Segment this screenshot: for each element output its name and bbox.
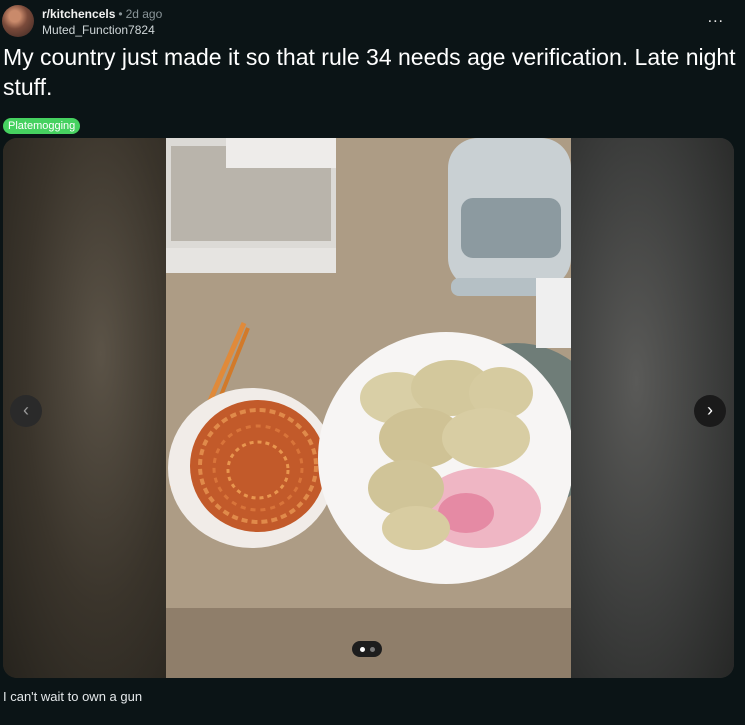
post-flair[interactable]: Platemogging bbox=[3, 118, 81, 134]
dish-rack bbox=[166, 138, 336, 273]
post-image[interactable] bbox=[166, 138, 571, 678]
post-body-text: I can't wait to own a gun bbox=[3, 689, 143, 704]
carousel-prev-button[interactable]: ‹ bbox=[10, 395, 42, 427]
image-carousel[interactable]: ‹ › bbox=[3, 138, 734, 678]
noodle-cup bbox=[168, 388, 336, 548]
post-header: r/kitchencels • 2d ago Muted_Function7824 … bbox=[2, 3, 742, 39]
carousel-next-button[interactable]: › bbox=[694, 395, 726, 427]
post-meta: r/kitchencels • 2d ago bbox=[42, 7, 162, 21]
more-options-button[interactable]: ... bbox=[708, 9, 724, 27]
post-age: 2d ago bbox=[125, 7, 163, 21]
author-link[interactable]: Muted_Function7824 bbox=[42, 23, 155, 37]
pagination-dot-active[interactable] bbox=[360, 647, 365, 652]
post-title[interactable]: My country just made it so that rule 34 … bbox=[3, 42, 743, 102]
dumpling-plate bbox=[318, 332, 571, 584]
pagination-dot[interactable] bbox=[370, 647, 375, 652]
subreddit-avatar[interactable] bbox=[2, 5, 34, 37]
food-photo-illustration bbox=[166, 138, 571, 678]
subreddit-link[interactable]: r/kitchencels bbox=[42, 7, 115, 21]
meta-separator: • bbox=[118, 7, 123, 21]
carousel-pagination bbox=[352, 641, 382, 657]
